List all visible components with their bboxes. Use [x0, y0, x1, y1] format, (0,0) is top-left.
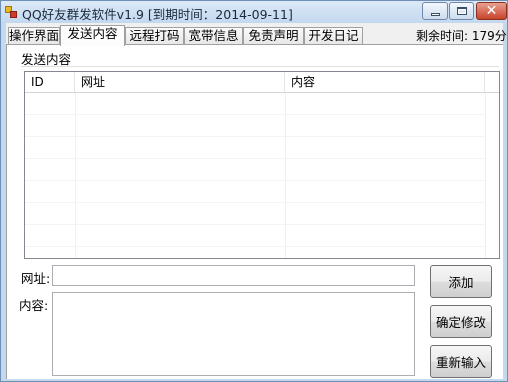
close-button[interactable]: ✕: [476, 2, 507, 20]
column-header-content[interactable]: 内容: [285, 72, 485, 92]
list-body[interactable]: [25, 93, 499, 258]
tab-broadband-info[interactable]: 宽带信息: [184, 27, 243, 45]
content-textarea[interactable]: [52, 292, 415, 376]
remaining-time: 剩余时间: 179分: [416, 29, 507, 43]
client-area: 操作界面 发送内容 远程打码 宽带信息 免责声明 开发日记 剩余时间: 179分…: [6, 23, 507, 379]
maximize-icon: [457, 7, 467, 15]
content-label: 内容:: [19, 298, 49, 313]
url-input[interactable]: [52, 265, 415, 286]
maximize-button[interactable]: [449, 2, 474, 20]
column-header-url[interactable]: 网址: [75, 72, 285, 92]
minimize-icon: [431, 13, 440, 16]
tab-remote-captcha[interactable]: 远程打码: [125, 27, 184, 45]
tab-send-content[interactable]: 发送内容: [60, 25, 125, 46]
content-list[interactable]: ID 网址 内容: [24, 71, 500, 259]
main-window: QQ好友群发软件v1.9 [到期时间：2014-09-11] ✕ 操作界面 发送…: [0, 0, 508, 382]
app-icon: [5, 6, 17, 18]
list-header: ID 网址 内容: [25, 72, 499, 93]
title-bar[interactable]: QQ好友群发软件v1.9 [到期时间：2014-09-11] ✕: [1, 1, 507, 23]
url-label: 网址:: [21, 271, 51, 286]
window-title: QQ好友群发软件v1.9 [到期时间：2014-09-11]: [22, 7, 293, 22]
tab-operation[interactable]: 操作界面: [8, 27, 60, 45]
tab-strip: 操作界面 发送内容 远程打码 宽带信息 免责声明 开发日记 剩余时间: 179分: [6, 25, 507, 46]
reset-input-button[interactable]: 重新输入: [430, 345, 492, 378]
add-button[interactable]: 添加: [430, 265, 492, 298]
close-icon: ✕: [485, 3, 498, 19]
tab-dev-log[interactable]: 开发日记: [304, 27, 363, 45]
column-header-id[interactable]: ID: [25, 72, 75, 92]
confirm-edit-button[interactable]: 确定修改: [430, 305, 492, 338]
minimize-button[interactable]: [422, 2, 448, 20]
group-divider: [21, 66, 499, 67]
tab-disclaimer[interactable]: 免责声明: [243, 27, 304, 45]
send-content-page: 发送内容 ID 网址 内容 网址: 内容: 添加 确定修改 重新输入: [6, 44, 503, 379]
